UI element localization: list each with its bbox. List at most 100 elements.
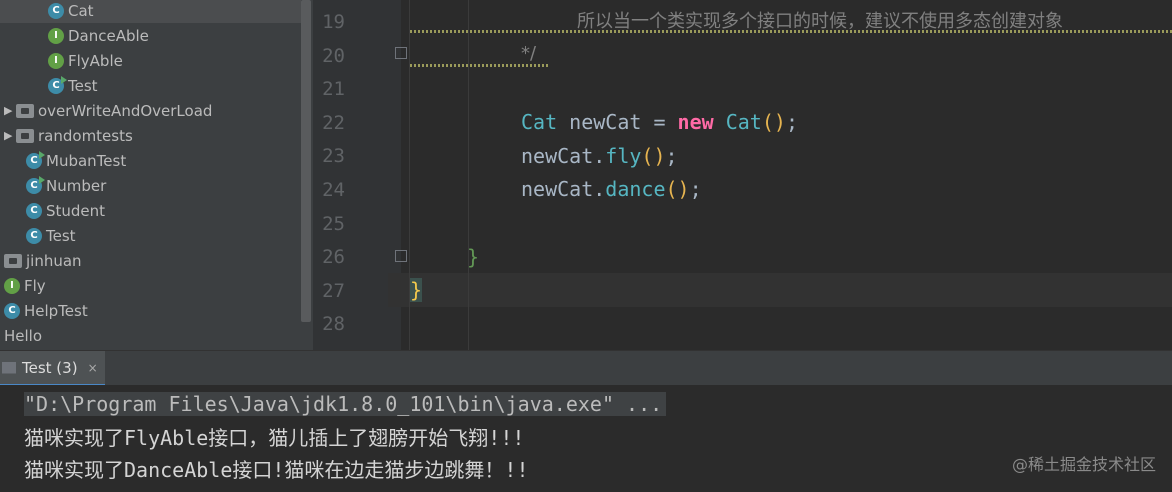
fold-marker-icon[interactable] [395, 47, 407, 59]
console-line: 猫咪实现了DanceAble接口!猫咪在边走猫步边跳舞！!! [24, 454, 529, 486]
semicolon-token: ; [689, 177, 702, 201]
tree-item-student[interactable]: C Student [0, 198, 301, 223]
line-number: 23 [322, 145, 345, 168]
output-text: 接口，猫儿插上了翅膀开始飞翔 [208, 426, 489, 450]
interface-icon: I [48, 27, 64, 44]
output-text: ! [272, 458, 285, 482]
output-text: !! [504, 458, 529, 482]
tree-item-label: MubanTest [46, 151, 127, 170]
java-command[interactable]: "D:\Program Files\Java\jdk1.8.0_101\bin\… [24, 392, 667, 416]
indent-guide [468, 0, 469, 350]
output-text: !!! [488, 426, 525, 450]
code-line-27: } [410, 273, 423, 307]
tree-item-randomtests[interactable]: ▶ randomtests [0, 123, 301, 148]
tree-item-label: Cat [68, 1, 94, 20]
output-text: 猫咪实现了 [24, 458, 124, 482]
tab-run-test[interactable]: Test (3) × [0, 351, 105, 386]
tree-scrollbar[interactable] [301, 0, 311, 322]
tree-item-label: randomtests [38, 126, 133, 145]
tree-item-label: Test [68, 76, 98, 95]
output-text: 猫咪实现了 [24, 426, 124, 450]
close-icon[interactable]: × [88, 361, 98, 375]
code-line-19: 所以当一个类实现多个接口的时候，建议不使用多态创建对象 [577, 11, 1063, 32]
console-line: 猫咪实现了FlyAble接口，猫儿插上了翅膀开始飞翔!!! [24, 422, 524, 454]
tree-item-jinhuan[interactable]: jinhuan [0, 248, 301, 273]
tree-item-number[interactable]: C Number [0, 173, 301, 198]
tree-item-danceable[interactable]: I DanceAble [0, 23, 301, 48]
line-number: 26 [322, 246, 345, 269]
tree-item-flyable[interactable]: I FlyAble [0, 48, 301, 73]
output-text: FlyAble [124, 426, 209, 450]
tree-item-helptest[interactable]: C HelpTest [0, 298, 301, 323]
method-token: fly [605, 144, 642, 168]
line-number: 27 [322, 279, 345, 302]
object-token: newCat. [521, 177, 606, 201]
class-icon: C [4, 302, 20, 319]
tree-item-test[interactable]: C Test [0, 223, 301, 248]
class-icon: C [26, 227, 42, 244]
method-token: dance [605, 177, 666, 201]
line-number: 19 [322, 11, 345, 33]
code-line-23: newCat.fly(); [521, 139, 678, 173]
tree-item-label: HelpTest [24, 301, 88, 320]
console-line: "D:\Program Files\Java\jdk1.8.0_101\bin\… [24, 388, 667, 420]
run-console[interactable]: "D:\Program Files\Java\jdk1.8.0_101\bin\… [0, 385, 1172, 492]
code-line-26: } [467, 245, 480, 269]
project-tree[interactable]: C Cat I DanceAble I FlyAble C Test ▶ overWriteAnd… [0, 0, 313, 350]
var-token: newCat = [557, 110, 678, 134]
tree-item-label: Fly [24, 276, 46, 295]
runnable-class-icon: C [26, 175, 45, 194]
matched-brace: } [410, 278, 423, 302]
line-number: 28 [322, 313, 345, 336]
interface-icon: I [48, 52, 64, 69]
package-folder-icon [16, 128, 34, 143]
fold-marker-icon[interactable] [395, 250, 407, 262]
tree-item-hello[interactable]: Hello [0, 323, 301, 348]
tree-item-cat[interactable]: C Cat [0, 0, 301, 23]
class-icon: C [26, 202, 42, 219]
class-icon: C [48, 2, 64, 19]
constructor-token: Cat [713, 110, 762, 134]
interface-icon: I [4, 277, 20, 294]
code-line-24: newCat.dance(); [521, 172, 702, 206]
tree-item-test[interactable]: C Test [0, 73, 301, 98]
line-number: 25 [322, 212, 345, 235]
tree-item-label: overWriteAndOverLoad [38, 101, 213, 120]
code-line-22: Cat newCat = new Cat(); [521, 105, 798, 139]
keyword-token: new [677, 110, 714, 134]
runnable-class-icon: C [26, 150, 45, 169]
type-token: Cat [521, 110, 558, 134]
semicolon-token: ; [785, 110, 798, 134]
tab-label: Test (3) [22, 358, 78, 377]
run-tab-bar: Test (3) × [0, 350, 1172, 386]
tree-item-mubantest[interactable]: C MubanTest [0, 148, 301, 173]
expand-arrow-icon[interactable]: ▶ [4, 104, 14, 117]
tree-item-fly[interactable]: I Fly [0, 273, 301, 298]
paren-token: () [761, 110, 786, 134]
code-editor[interactable]: 19 20 21 22 23 24 25 26 27 28 所以当一个类实现多个接口的时候，建议不… [313, 0, 1172, 350]
tree-item-label: FlyAble [68, 51, 123, 70]
package-folder-icon [16, 103, 34, 118]
watermark: @稀土掘金技术社区 [1011, 455, 1156, 474]
output-text: 猫咪在边走猫步边跳舞！ [284, 458, 505, 482]
output-text: DanceAble [124, 458, 233, 482]
paren-token: () [665, 177, 690, 201]
line-number: 22 [322, 111, 345, 134]
semicolon-token: ; [665, 144, 678, 168]
warning-underline [410, 64, 550, 67]
tree-item-label: Hello [4, 326, 43, 345]
package-folder-icon [4, 253, 22, 268]
warning-underline [410, 30, 1172, 33]
line-number: 24 [322, 179, 345, 201]
tree-item-label: Student [46, 201, 106, 220]
tree-item-label: jinhuan [26, 251, 82, 270]
paren-token: () [641, 144, 666, 168]
output-text: 接口 [232, 458, 273, 482]
tree-item-overwriteandoverload[interactable]: ▶ overWriteAndOverLoad [0, 98, 301, 123]
line-number: 21 [322, 78, 345, 101]
current-line-highlight [388, 273, 1172, 307]
runnable-class-icon: C [48, 75, 67, 94]
tree-item-label: DanceAble [68, 26, 149, 45]
expand-arrow-icon[interactable]: ▶ [4, 129, 14, 142]
console-icon [2, 361, 16, 374]
